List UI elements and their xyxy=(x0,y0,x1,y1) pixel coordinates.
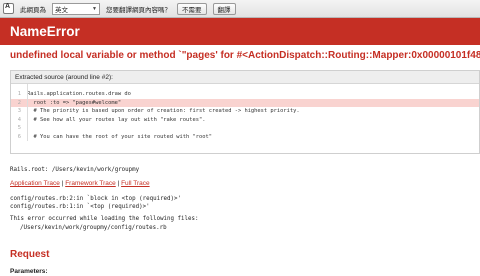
parameters-label: Parameters: xyxy=(10,268,48,275)
request-heading: Request xyxy=(10,249,50,260)
line-number: 1 xyxy=(17,91,21,97)
translate-question: 您要翻譯網頁內容嗎？ xyxy=(106,6,171,14)
framework-trace-link[interactable]: Framework Trace xyxy=(65,180,116,187)
code-text: # The priority is based upon order of cr… xyxy=(27,108,300,114)
translate-prefix: 此網頁為 xyxy=(20,6,46,14)
loading-file: /Users/kevin/work/groupmy/config/routes.… xyxy=(20,225,167,231)
code-line-highlighted: 2 root :to => "pages#welcome" xyxy=(11,98,479,107)
code-line: 5 xyxy=(11,124,479,133)
rails-root: Rails.root: /Users/kevin/work/groupmy xyxy=(10,167,140,173)
translate-button[interactable]: 翻譯 xyxy=(212,2,236,15)
loading-message: This error occurred while loading the fo… xyxy=(10,216,199,222)
code-line: 4 # See how all your routes lay out with… xyxy=(11,116,479,125)
source-title: Extracted source (around line #2): xyxy=(11,71,479,84)
line-number: 6 xyxy=(17,133,21,140)
line-gutter xyxy=(27,84,28,141)
line-number: 3 xyxy=(17,108,21,114)
error-message: undefined local variable or method `"pag… xyxy=(10,50,480,61)
error-header: NameError xyxy=(0,18,480,45)
line-number: 5 xyxy=(17,125,21,131)
code-text: root :to => "pages#welcome" xyxy=(27,99,122,106)
loading-info: This error occurred while loading the fo… xyxy=(10,215,198,233)
no-translate-button[interactable]: 不需要 xyxy=(177,2,207,15)
extracted-source: Extracted source (around line #2): 1 Rai… xyxy=(10,70,480,154)
line-number: 2 xyxy=(17,99,21,106)
code-line: 6 # You can have the root of your site r… xyxy=(11,133,479,142)
application-trace-link[interactable]: Application Trace xyxy=(10,180,60,187)
language-select[interactable]: 英文 ▼ xyxy=(52,2,100,15)
translate-bar: 此網頁為 英文 ▼ 您要翻譯網頁內容嗎？ 不需要 翻譯 xyxy=(0,0,480,18)
trace-list: config/routes.rb:2:in `block in <top (re… xyxy=(10,195,181,211)
code-text: # See how all your routes lay out with "… xyxy=(27,116,206,123)
chevron-down-icon: ▼ xyxy=(92,5,97,12)
line-number: 4 xyxy=(17,116,21,123)
code-line: 3 # The priority is based upon order of … xyxy=(11,107,479,116)
code-text: # You can have the root of your site rou… xyxy=(27,133,212,140)
code-line: 1 Rails.application.routes.draw do xyxy=(11,90,479,99)
page-title: NameError xyxy=(10,24,80,39)
code-text: Rails.application.routes.draw do xyxy=(27,91,131,97)
language-value: 英文 xyxy=(55,6,68,14)
code-block: 1 Rails.application.routes.draw do 2 roo… xyxy=(11,84,479,141)
trace-line: config/routes.rb:2:in `block in <top (re… xyxy=(10,196,182,202)
trace-line: config/routes.rb:1:in `<top (required)>' xyxy=(10,204,150,210)
translate-icon xyxy=(3,3,14,14)
trace-links: Application Trace | Framework Trace | Fu… xyxy=(10,180,150,187)
full-trace-link[interactable]: Full Trace xyxy=(121,180,150,187)
